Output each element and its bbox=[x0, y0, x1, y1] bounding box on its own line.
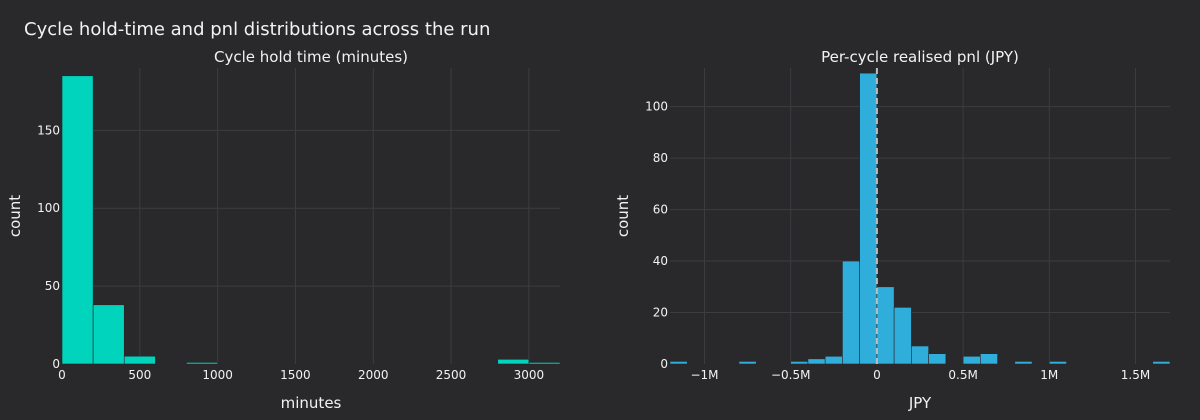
panel2-subtitle: Per-cycle realised pnl (JPY) bbox=[821, 48, 1019, 66]
panel2-xtick-label: 1.5M bbox=[1121, 368, 1150, 382]
panel2-histogram-bar bbox=[859, 72, 878, 365]
panel1-ytick-label: 150 bbox=[37, 123, 60, 137]
panel1-xtick-label: 0 bbox=[58, 368, 66, 382]
panel1-histogram-bar bbox=[61, 75, 94, 365]
panel2-histogram-bar bbox=[842, 260, 860, 365]
panel2-y-axis-label: count bbox=[614, 195, 632, 237]
panel2-histogram-bar bbox=[893, 307, 912, 365]
panel2-histogram-bar bbox=[669, 361, 688, 365]
panel2-xtick-label: 1M bbox=[1040, 368, 1058, 382]
panel2-histogram-bar bbox=[1014, 361, 1033, 365]
panel2-histogram-bar bbox=[738, 361, 757, 365]
panel1-histogram-bar bbox=[92, 304, 125, 365]
panel1-xtick-label: 3000 bbox=[514, 368, 545, 382]
panel2-xtick-label: 0.5M bbox=[948, 368, 977, 382]
panel2-xtick-label: −0.5M bbox=[771, 368, 811, 382]
panel2-histogram-bar bbox=[790, 361, 809, 365]
panel2-ytick-label: 20 bbox=[653, 306, 668, 320]
panel2-ytick-label: 60 bbox=[653, 203, 668, 217]
panel2-histogram-bar bbox=[928, 353, 947, 365]
panel1-histogram-bar bbox=[123, 355, 156, 365]
panel2-histogram-bar bbox=[962, 355, 981, 365]
panel1-xtick-label: 1500 bbox=[280, 368, 311, 382]
panel1-ytick-label: 50 bbox=[45, 279, 60, 293]
panel1-x-axis-label: minutes bbox=[281, 394, 342, 412]
panel2-ytick-label: 0 bbox=[660, 357, 668, 371]
panel2-xtick-label: 0 bbox=[873, 368, 881, 382]
panel2-histogram-bar bbox=[1049, 361, 1067, 365]
panel1-xtick-label: 2500 bbox=[436, 368, 467, 382]
panel1-histogram-bar bbox=[528, 362, 561, 365]
chart-figure: Cycle hold-time and pnl distributions ac… bbox=[6, 19, 1171, 412]
panel2-ytick-label: 100 bbox=[645, 100, 668, 114]
panel2-histogram-bar bbox=[980, 353, 998, 365]
panel1-y-axis-label: count bbox=[6, 195, 24, 237]
panel1-subtitle: Cycle hold time (minutes) bbox=[214, 48, 408, 66]
panel2-histogram-bar bbox=[807, 358, 826, 365]
panel1-histogram-bar bbox=[497, 359, 530, 365]
panel2-xtick-label: −1M bbox=[690, 368, 718, 382]
panel2-x-axis-label: JPY bbox=[908, 394, 932, 412]
panel2-ytick-label: 80 bbox=[653, 151, 668, 165]
figure-title: Cycle hold-time and pnl distributions ac… bbox=[24, 19, 490, 40]
panel2-histogram-bar bbox=[824, 355, 843, 365]
panel1-xtick-label: 500 bbox=[128, 368, 151, 382]
panel1-histogram-bar bbox=[186, 362, 218, 365]
panel2-ytick-label: 40 bbox=[653, 254, 668, 268]
panel1-xtick-label: 1000 bbox=[202, 368, 233, 382]
panel1-ytick-label: 100 bbox=[37, 201, 60, 215]
panel1-xtick-label: 2000 bbox=[358, 368, 389, 382]
panel2-histogram-bar bbox=[1152, 361, 1171, 365]
panel2-histogram-bar bbox=[876, 286, 895, 365]
panel2-histogram-bar bbox=[911, 345, 929, 365]
